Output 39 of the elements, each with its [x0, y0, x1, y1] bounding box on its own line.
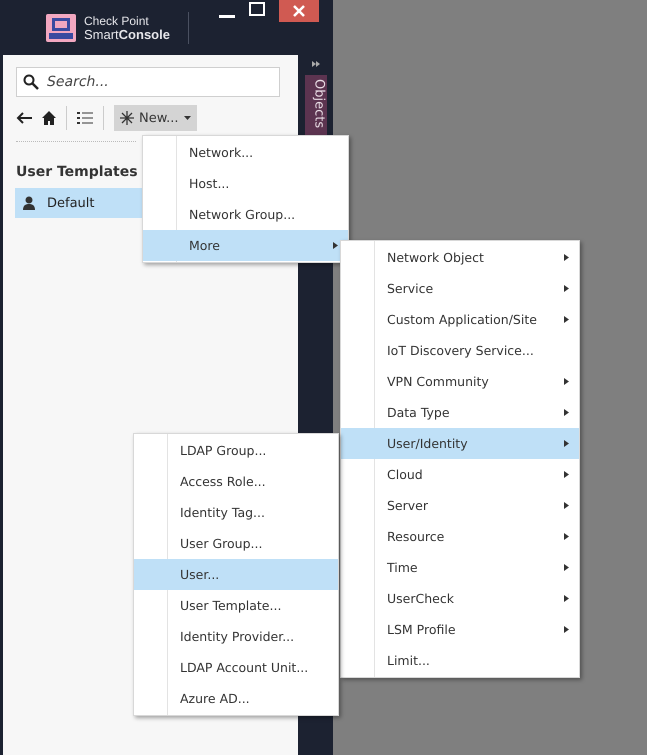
menu-item[interactable]: Data Type [341, 397, 579, 428]
menu-item[interactable]: UserCheck [341, 583, 579, 614]
menu-item[interactable]: User Group... [134, 528, 338, 559]
menu-item[interactable]: Identity Provider... [134, 621, 338, 652]
search-field[interactable]: Search... [16, 67, 280, 97]
expand-icon[interactable] [312, 61, 320, 67]
list-icon[interactable] [77, 111, 93, 125]
menu-item[interactable]: More [143, 230, 348, 261]
menu-item[interactable]: Custom Application/Site [341, 304, 579, 335]
close-button[interactable] [278, 0, 319, 22]
menu-item[interactable]: LDAP Group... [134, 435, 338, 466]
product-name: SmartConsole [84, 28, 170, 42]
menu-item[interactable]: Resource [341, 521, 579, 552]
menu-item[interactable]: VPN Community [341, 366, 579, 397]
menu-item[interactable]: User Template... [134, 590, 338, 621]
menu-item[interactable]: Time [341, 552, 579, 583]
menu-item[interactable]: Server [341, 490, 579, 521]
logo-icon [46, 14, 76, 42]
close-icon [292, 5, 305, 17]
menu-item[interactable]: Network... [143, 137, 348, 168]
menu-item[interactable]: LDAP Account Unit... [134, 652, 338, 683]
caret-icon [184, 116, 191, 120]
star-icon [120, 111, 134, 125]
section-title: User Templates [16, 164, 139, 180]
menu-item[interactable]: LSM Profile [341, 614, 579, 645]
back-arrow-icon[interactable] [16, 112, 32, 124]
brand-name: Check Point [84, 14, 150, 28]
menu-item[interactable]: Access Role... [134, 466, 338, 497]
user-icon [23, 196, 35, 210]
menu-item[interactable]: Limit... [341, 645, 579, 676]
menu-item[interactable]: Service [341, 273, 579, 304]
menu-item[interactable]: User... [134, 559, 338, 590]
menu-item[interactable]: User/Identity [341, 428, 579, 459]
home-icon[interactable] [42, 111, 56, 125]
menu-item[interactable]: Identity Tag... [134, 497, 338, 528]
menu-item[interactable]: Cloud [341, 459, 579, 490]
menu-item[interactable]: IoT Discovery Service... [341, 335, 579, 366]
menu-item[interactable]: Azure AD... [134, 683, 338, 714]
new-button[interactable]: New... [114, 105, 197, 131]
